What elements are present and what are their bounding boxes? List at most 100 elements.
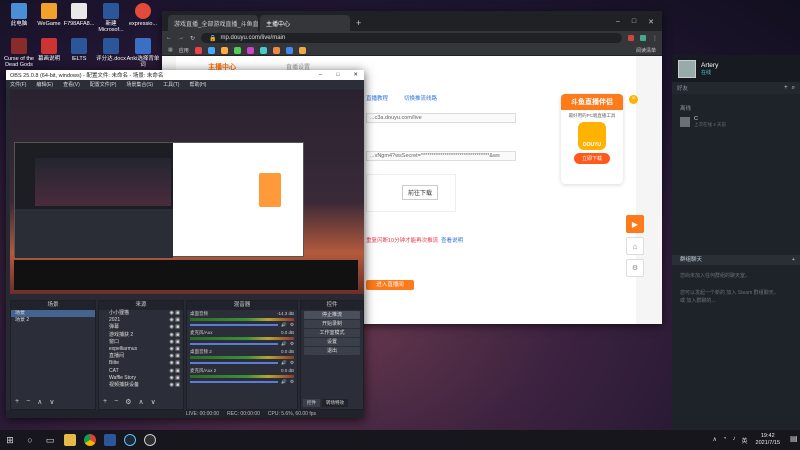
bookmark-icon[interactable] [220,46,228,54]
add-friend-icon[interactable]: + [784,85,788,91]
volume-slider[interactable] [190,362,279,364]
menu-help[interactable]: 帮助(H) [189,81,206,88]
friends-search-input[interactable]: 好友 [677,84,780,92]
source-item[interactable]: Bitte ◉ ▣ [99,360,183,367]
move-down-icon[interactable]: ∨ [49,398,54,406]
close-promo-icon[interactable]: × [629,95,638,104]
play-icon[interactable]: ▶ [626,215,644,233]
source-item[interactable]: 游戏捕获 2 ◉ ▣ [99,332,183,339]
search-icon[interactable]: ⌕ [792,85,795,92]
menu-icon[interactable]: ⋮ [652,35,658,42]
extensions-icon[interactable] [640,35,646,41]
notice-link[interactable]: 查看说明 [441,236,463,244]
menu-edit[interactable]: 编辑(E) [36,81,53,88]
source-item[interactable]: 窗口 ◉ ▣ [99,339,183,346]
source-item[interactable]: 视频捕获设备 ◉ ▣ [99,382,183,389]
server-url-input[interactable]: ...c3a.douyu.com/live [366,113,516,123]
move-up-icon[interactable]: ∧ [37,398,42,406]
add-scene-icon[interactable]: + [15,398,19,406]
apps-icon[interactable]: ▦ [168,47,173,53]
chrome-taskbar-icon[interactable] [80,430,100,450]
enter-live-room-button[interactable]: 进入直播间 [366,280,414,290]
visibility-icon[interactable]: ◉ ▣ [170,339,180,346]
promo-download-button[interactable]: 立即下载 [574,153,610,164]
visibility-icon[interactable]: ◉ ▣ [170,382,180,389]
volume-slider[interactable] [190,343,279,345]
desktop-icon-expression[interactable]: expressio... [126,3,160,27]
extensions-icon[interactable] [628,35,634,41]
add-source-icon[interactable]: + [103,398,107,406]
go-download-button[interactable]: 前往下载 [402,185,439,200]
move-up-icon[interactable]: ∧ [138,398,143,406]
tab-streamer-center[interactable]: 主播中心 [260,15,350,31]
source-item[interactable]: 小小狸猫 ◉ ▣ [99,310,183,317]
gear-icon[interactable]: ⚙ [290,379,294,385]
start-button[interactable]: ⊞ [0,430,20,450]
bookmark-icon[interactable] [272,46,280,54]
clock[interactable]: 19:42 2021/7/15 [756,433,780,447]
notification-icon[interactable]: ▤ [790,434,800,446]
friend-item[interactable]: C 上次在线 4 天前 [672,114,800,130]
gear-icon[interactable]: ⚙ [290,341,294,347]
desktop-icon-curse[interactable]: Curse of the Dead Gods [2,38,36,68]
gear-icon[interactable]: ⚙ [290,322,294,328]
scene-item[interactable]: 场景 [11,310,95,317]
switch-line-link[interactable]: 切换推流线路 [404,94,437,102]
tray-icons[interactable]: ∧ ◔ ♪ 英 [712,436,747,445]
visibility-icon[interactable]: ◉ ▣ [170,324,180,331]
desktop-icon-wegame[interactable]: WeGame [32,3,66,27]
studio-mode-button[interactable]: 工作室模式 [304,329,360,337]
close-button[interactable]: ✕ [648,18,654,26]
desktop-icon-docx[interactable]: 评分达.docx [94,38,128,62]
back-icon[interactable]: ← [166,35,172,41]
speaker-icon[interactable]: 🔊 [281,322,287,328]
menu-scene-collection[interactable]: 场景集合(S) [126,81,153,88]
volume-icon[interactable]: ♪ [733,436,736,445]
minimize-button[interactable]: – [616,18,620,26]
desktop-icon-anki[interactable]: Anki选择背单词 [126,38,160,68]
ime-indicator[interactable]: 英 [742,436,748,445]
file-explorer-icon[interactable] [60,430,80,450]
menu-profile[interactable]: 配置文件(P) [90,81,117,88]
apps-bookmark[interactable]: 应用 [179,47,189,54]
bookmark-icon[interactable] [298,46,306,54]
bookmark-icon[interactable] [285,46,293,54]
menu-file[interactable]: 文件(F) [10,81,26,88]
home-icon[interactable]: ⌂ [626,237,644,255]
stream-key-input[interactable]: ...vNgm4?wsSecret=**********************… [366,151,516,161]
gear-icon[interactable]: ⚙ [290,360,294,366]
steam-taskbar-icon[interactable] [120,430,140,450]
tab-transitions[interactable]: 转场特效 [322,399,348,407]
visibility-icon[interactable]: ◉ ▣ [170,375,180,382]
obs-taskbar-icon[interactable] [140,430,160,450]
obs-preview[interactable] [10,90,364,294]
bookmark-icon[interactable] [246,46,254,54]
volume-slider[interactable] [190,324,279,326]
visibility-icon[interactable]: ◉ ▣ [170,353,180,360]
speaker-icon[interactable]: 🔊 [281,341,287,347]
bookmark-icon[interactable] [194,46,202,54]
scene-item[interactable]: 场景 2 [11,317,95,324]
network-icon[interactable]: ◔ [723,436,727,445]
new-tab-button[interactable]: + [356,18,361,28]
speaker-icon[interactable]: 🔊 [281,360,287,366]
remove-source-icon[interactable]: − [114,398,118,406]
word-taskbar-icon[interactable] [100,430,120,450]
reload-icon[interactable]: ↻ [190,35,195,42]
desktop-icon-word[interactable]: 新建 Microsof... [94,3,128,33]
search-icon[interactable]: ○ [20,430,40,450]
source-item[interactable]: CAT ◉ ▣ [99,368,183,375]
desktop-icon-this-pc[interactable]: 此电脑 [2,3,36,27]
close-button[interactable]: ✕ [353,72,358,78]
visibility-icon[interactable]: ◉ ▣ [170,317,180,324]
volume-slider[interactable] [190,381,279,383]
gamepad-icon[interactable]: ⚙ [626,259,644,277]
visibility-icon[interactable]: ◉ ▣ [170,360,180,367]
remove-scene-icon[interactable]: − [26,398,30,406]
tab-douyu-live[interactable]: 游戏直播_全部游戏直播_斗鱼直... [168,15,258,31]
stop-streaming-button[interactable]: 停止推流 [304,311,360,319]
settings-button[interactable]: 设置 [304,338,360,346]
visibility-icon[interactable]: ◉ ▣ [170,368,180,375]
desktop-icon-ielts[interactable]: IELTS [62,38,96,62]
tutorial-link[interactable]: 直播教程 [366,94,388,102]
